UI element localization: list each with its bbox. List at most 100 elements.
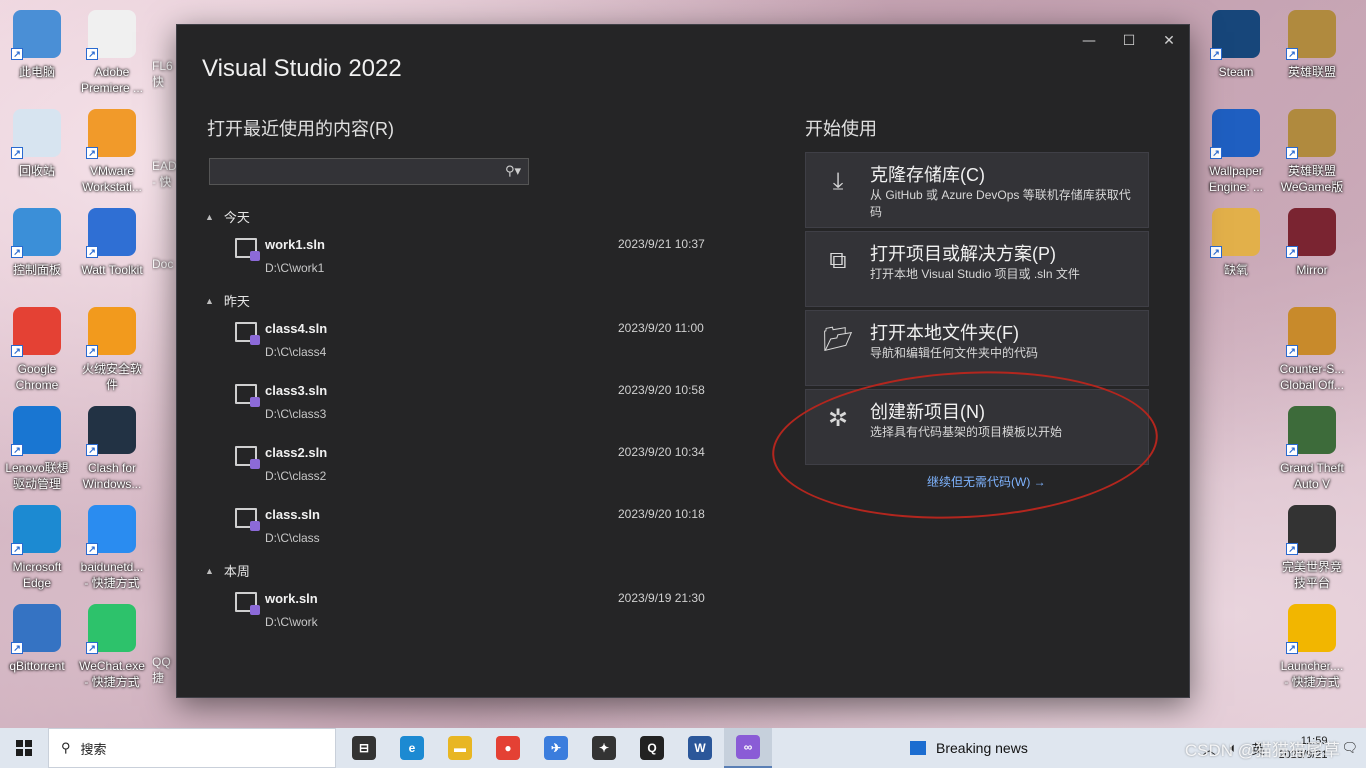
desktop-icon[interactable]: ↗ Clash for Windows... [74, 406, 150, 502]
feishu-icon: ✈ [544, 736, 568, 760]
minimize-button[interactable]: — [1069, 25, 1109, 57]
action-card[interactable]: ⤓ 克隆存储库(C) 从 GitHub 或 Azure DevOps 等联机存储库获… [805, 152, 1149, 228]
open-folder-icon: 📂︎ [822, 325, 854, 353]
recent-search-box: ⚲▾ [209, 158, 529, 185]
recent-item-path: D:\C\work [265, 615, 318, 629]
shortcut-arrow-icon: ↗ [1286, 642, 1298, 654]
recent-search-input[interactable] [210, 159, 498, 184]
shortcut-arrow-icon: ↗ [1286, 48, 1298, 60]
solution-file-icon [235, 508, 260, 531]
desktop-icon[interactable]: ↗ Steam [1198, 10, 1274, 106]
recent-group-header[interactable]: ▲ 今天 [205, 207, 250, 226]
search-icon[interactable]: ⚲▾ [498, 164, 528, 179]
recent-item-path: D:\C\work1 [265, 261, 325, 275]
action-description: 从 GitHub 或 Azure DevOps 等联机存储库获取代码 [870, 188, 1131, 219]
taskbar-app[interactable]: W [676, 728, 724, 768]
partial-desktop-label: QQ 捷 [152, 655, 171, 685]
shortcut-arrow-icon: ↗ [86, 147, 98, 159]
chrome-icon: ● [496, 736, 520, 760]
taskbar-app[interactable]: Q [628, 728, 676, 768]
desktop-icon[interactable]: ↗ Google Chrome [0, 307, 75, 403]
computer-icon: ↗ [11, 10, 61, 60]
recent-item[interactable]: class3.sln D:\C\class3 2023/9/20 10:58 [233, 381, 723, 429]
taskbar-app[interactable]: ⊟ [340, 728, 388, 768]
taskbar-app[interactable]: e [388, 728, 436, 768]
taskbar-app[interactable]: ∞ [724, 728, 772, 768]
steam-icon: ↗ [1210, 10, 1260, 60]
desktop-icon[interactable]: ↗ Counter-S... Global Off... [1274, 307, 1350, 403]
qq-icon: Q [640, 736, 664, 760]
desktop-icon[interactable]: ↗ Lenovo联想 驱动管理 [0, 406, 75, 502]
desktop-icon[interactable]: ↗ baidunetd... - 快捷方式 [74, 505, 150, 601]
start-button[interactable] [0, 728, 48, 768]
recent-item[interactable]: class.sln D:\C\class 2023/9/20 10:18 [233, 505, 723, 553]
desktop-icon[interactable]: ↗ 英雄联盟 [1274, 10, 1350, 106]
task-view-icon: ⊟ [352, 736, 376, 760]
taskbar-search[interactable]: ⚲ 搜索 [48, 728, 336, 768]
desktop-icon[interactable]: ↗ 完美世界竞 技平台 [1274, 505, 1350, 601]
desktop-icon-label: 控制面板 [12, 263, 61, 277]
desktop-icon[interactable]: ↗ WeChat.exe - 快捷方式 [74, 604, 150, 700]
notification-icon[interactable]: 🗨︎ [1341, 740, 1358, 756]
desktop-icon[interactable]: ↗ Adobe Premiere ... [74, 10, 150, 106]
recent-group-header[interactable]: ▲ 本周 [205, 561, 250, 580]
action-title: 打开本地文件夹(F) [870, 323, 1019, 343]
desktop-icon[interactable]: ↗ 回收站 [0, 109, 75, 205]
action-card[interactable]: 📂︎ 打开本地文件夹(F) 导航和编辑任何文件夹中的代码 [805, 310, 1149, 386]
maximize-button[interactable]: ☐ [1109, 25, 1149, 57]
desktop-icon[interactable]: ↗ 缺氧 [1198, 208, 1274, 304]
recent-item-name: class4.sln [265, 321, 328, 336]
desktop-icon[interactable]: ↗ 火绒安全软 件 [74, 307, 150, 403]
action-card[interactable]: ⧉ 打开项目或解决方案(P) 打开本地 Visual Studio 项目或 .sln… [805, 231, 1149, 307]
action-description: 选择具有代码基架的项目模板以开始 [870, 425, 1063, 439]
shortcut-arrow-icon: ↗ [1210, 246, 1222, 258]
taskbar-app[interactable]: ✈ [532, 728, 580, 768]
recent-item-date: 2023/9/19 21:30 [618, 591, 705, 605]
desktop-icon-label: 英雄联盟 WeGame版 [1280, 164, 1344, 194]
desktop-icon[interactable]: ↗ 此电脑 [0, 10, 75, 106]
recent-item[interactable]: work.sln D:\C\work 2023/9/19 21:30 [233, 589, 723, 637]
desktop-icon-label: 英雄联盟 [1287, 65, 1336, 79]
partial-desktop-label: EAD - 快 [152, 159, 176, 189]
recent-section-title: 打开最近使用的内容(R) [207, 119, 394, 139]
recent-item[interactable]: class4.sln D:\C\class4 2023/9/20 11:00 [233, 319, 723, 367]
shortcut-arrow-icon: ↗ [86, 345, 98, 357]
desktop-icon[interactable]: ↗ qBittorrent [0, 604, 75, 700]
news-widget[interactable]: Breaking news [910, 728, 1028, 768]
desktop-icon[interactable]: ↗ Launcher.... - 快捷方式 [1274, 604, 1350, 700]
shortcut-arrow-icon: ↗ [86, 642, 98, 654]
shortcut-arrow-icon: ↗ [1286, 147, 1298, 159]
taskbar-app[interactable]: ● [484, 728, 532, 768]
desktop-icon[interactable]: ↗ 英雄联盟 WeGame版 [1274, 109, 1350, 205]
vs-start-window: — ☐ ✕ Visual Studio 2022 打开最近使用的内容(R) 开始… [176, 24, 1190, 698]
recent-group-label: 今天 [223, 210, 250, 225]
solution-file-icon [235, 384, 260, 407]
shortcut-arrow-icon: ↗ [11, 642, 23, 654]
recent-item-date: 2023/9/20 10:58 [618, 383, 705, 397]
control-panel-icon: ↗ [11, 208, 61, 258]
desktop-icon[interactable]: ↗ Mirror [1274, 208, 1350, 304]
taskbar-app[interactable]: ✦ [580, 728, 628, 768]
recent-item-name: class.sln [265, 507, 320, 522]
taskbar-app[interactable]: ▬ [436, 728, 484, 768]
desktop-icon[interactable]: ↗ 控制面板 [0, 208, 75, 304]
windows-logo-icon [16, 740, 32, 756]
desktop-icon[interactable]: ↗ Wallpaper Engine: ... [1198, 109, 1274, 205]
shortcut-arrow-icon: ↗ [1286, 345, 1298, 357]
partial-desktop-label: FL6 快 [152, 59, 173, 89]
clone-download-icon: ⤓ [832, 167, 844, 195]
desktop-icon[interactable]: ↗ VMware Workstati... [74, 109, 150, 205]
desktop-icon[interactable]: ↗ Grand Theft Auto V [1274, 406, 1350, 502]
desktop-icon[interactable]: ↗ Microsoft Edge [0, 505, 75, 601]
close-button[interactable]: ✕ [1149, 25, 1189, 57]
shortcut-arrow-icon: ↗ [11, 543, 23, 555]
taskbar-search-placeholder: 搜索 [80, 741, 107, 757]
recent-group-header[interactable]: ▲ 昨天 [205, 291, 250, 310]
action-card[interactable]: ✲ 创建新项目(N) 选择具有代码基架的项目模板以开始 [805, 389, 1149, 465]
continue-without-code-link[interactable]: 继续但无需代码(W) → [927, 473, 1046, 490]
recent-item[interactable]: work1.sln D:\C\work1 2023/9/21 10:37 [233, 235, 723, 283]
wechat-icon: ↗ [86, 604, 136, 654]
shortcut-arrow-icon: ↗ [11, 147, 23, 159]
desktop-icon[interactable]: ↗ Watt Toolkit [74, 208, 150, 304]
recent-item[interactable]: class2.sln D:\C\class2 2023/9/20 10:34 [233, 443, 723, 491]
